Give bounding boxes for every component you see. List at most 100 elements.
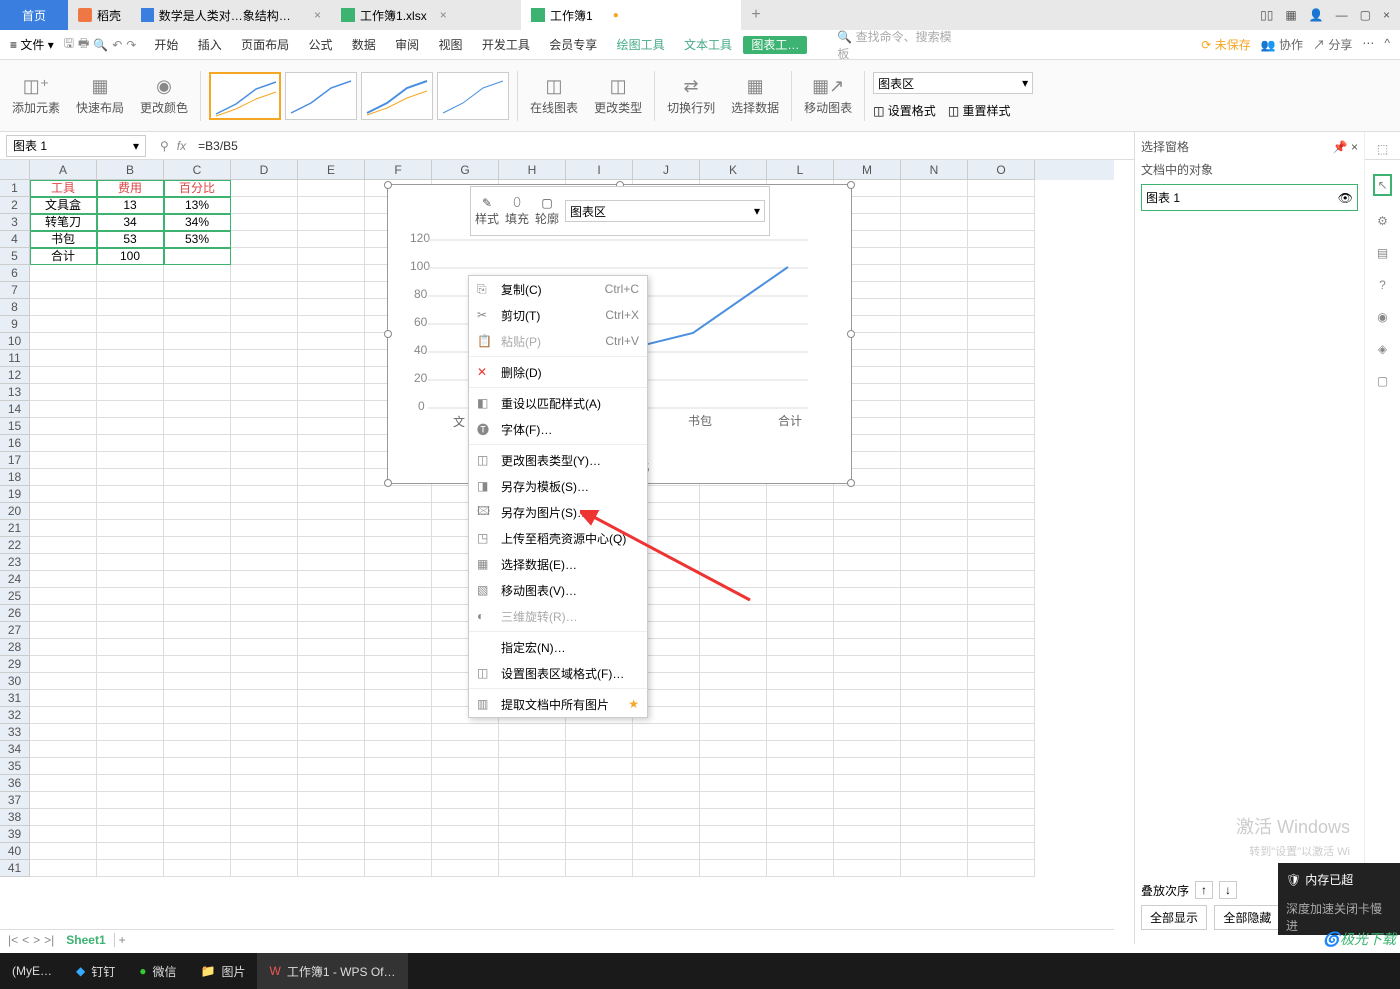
rail-icon-4[interactable]: ◈ <box>1378 342 1387 356</box>
next-sheet-icon[interactable]: > <box>33 933 40 947</box>
taskbar-item[interactable]: (MyE… <box>0 953 64 989</box>
print-icon[interactable]: 🖶 <box>78 34 89 55</box>
new-tab-button[interactable]: + <box>741 6 771 24</box>
context-menu-item[interactable]: ✕删除(D) <box>469 359 647 385</box>
context-menu-item[interactable]: 指定宏(N)… <box>469 634 647 660</box>
chart-style-2[interactable] <box>285 72 357 120</box>
prev-sheet-icon[interactable]: < <box>22 933 29 947</box>
add-sheet-icon[interactable]: + <box>119 933 126 947</box>
chart-style-3[interactable] <box>361 72 433 120</box>
tab-workbook1-xlsx[interactable]: 工作簿1.xlsx× <box>331 0 521 30</box>
context-menu-item[interactable]: ◨另存为模板(S)… <box>469 473 647 499</box>
first-sheet-icon[interactable]: |< <box>8 933 18 947</box>
name-box[interactable]: 图表 1▾ <box>6 135 146 157</box>
add-element-button[interactable]: ◫⁺添加元素 <box>8 76 64 116</box>
maximize-icon[interactable]: ▢ <box>1360 8 1371 22</box>
tab-chart-tools[interactable]: 图表工… <box>743 36 807 54</box>
settings-icon[interactable]: ⚙ <box>1377 214 1388 228</box>
context-menu-item[interactable]: 🖾另存为图片(S)… <box>469 499 647 525</box>
change-color-button[interactable]: ◉更改颜色 <box>136 76 192 116</box>
chart-style-4[interactable] <box>437 72 509 120</box>
close-window-icon[interactable]: × <box>1383 8 1390 22</box>
share-button[interactable]: ↗ 分享 <box>1313 36 1352 53</box>
coop-button[interactable]: 👥 协作 <box>1261 36 1303 53</box>
tab-member[interactable]: 会员专享 <box>541 38 605 52</box>
select-data-button[interactable]: ▦选择数据 <box>727 76 783 116</box>
close-icon[interactable]: × <box>440 8 447 22</box>
select-icon[interactable]: ↖ <box>1373 174 1391 196</box>
online-chart-button[interactable]: ◫在线图表 <box>526 76 582 116</box>
reset-style-button[interactable]: ◫ 重置样式 <box>948 102 1011 119</box>
context-menu-item[interactable]: ▥提取文档中所有图片★ <box>469 691 647 717</box>
chart-area-select[interactable]: 图表区▾ <box>873 72 1033 94</box>
context-menu-item[interactable]: ◫更改图表类型(Y)… <box>469 447 647 473</box>
tab-workbook1[interactable]: 工作簿1 <box>521 0 741 30</box>
rail-icon-2[interactable]: ▤ <box>1377 246 1388 260</box>
taskbar-pictures[interactable]: 📁图片 <box>189 953 258 989</box>
context-menu-item[interactable]: ◫设置图表区域格式(F)… <box>469 660 647 686</box>
set-format-button[interactable]: ◫ 设置格式 <box>873 102 936 119</box>
rail-icon-1[interactable]: ⬚ <box>1377 142 1388 156</box>
taskbar-wps[interactable]: W工作簿1 - WPS Of… <box>257 953 407 989</box>
tab-data[interactable]: 数据 <box>344 38 384 52</box>
tab-view[interactable]: 视图 <box>431 38 471 52</box>
rail-icon-3[interactable]: ◉ <box>1377 310 1387 324</box>
tab-formula[interactable]: 公式 <box>300 38 340 52</box>
chart-style-gallery[interactable] <box>209 72 509 120</box>
fill-button[interactable]: ⬯填充 <box>505 195 529 227</box>
select-all-corner[interactable] <box>0 160 30 180</box>
minimize-icon[interactable]: — <box>1336 8 1348 22</box>
tab-docer[interactable]: 稻壳 <box>68 0 131 30</box>
tab-layout[interactable]: 页面布局 <box>233 38 297 52</box>
collapse-ribbon-icon[interactable]: ^ <box>1384 36 1390 53</box>
column-headers[interactable]: ABCDEFGHIJKLMNO <box>30 160 1114 180</box>
save-icon[interactable]: 🖫 <box>64 34 74 55</box>
send-backward-button[interactable]: ↓ <box>1219 881 1237 899</box>
more-icon[interactable]: ⋯ <box>1362 36 1374 53</box>
undo-icon[interactable]: ↶ <box>112 38 122 52</box>
object-item[interactable]: 图表 1👁 <box>1141 184 1358 211</box>
hide-all-button[interactable]: 全部隐藏 <box>1214 905 1280 930</box>
tab-insert[interactable]: 插入 <box>190 38 230 52</box>
tab-draw-tools[interactable]: 绘图工具 <box>609 38 673 52</box>
zoom-icon[interactable]: ⚲ <box>152 139 177 153</box>
preview-icon[interactable]: 🔍 <box>93 38 108 52</box>
search-input[interactable]: 🔍 查找命令、搜索模板 <box>837 28 957 62</box>
move-chart-button[interactable]: ▦↗移动图表 <box>800 76 856 116</box>
pin-icon[interactable]: 📌 <box>1333 140 1348 154</box>
context-menu-item[interactable]: ▦选择数据(E)… <box>469 551 647 577</box>
tab-review[interactable]: 审阅 <box>387 38 427 52</box>
taskbar-dingtalk[interactable]: ◆钉钉 <box>64 953 127 989</box>
redo-icon[interactable]: ↷ <box>126 38 136 52</box>
style-button[interactable]: ✎样式 <box>475 196 499 227</box>
context-menu-item[interactable]: ◳上传至稻壳资源中心(Q) <box>469 525 647 551</box>
context-menu-item[interactable]: 🅣字体(F)… <box>469 416 647 442</box>
close-pane-icon[interactable]: × <box>1351 140 1358 154</box>
chart-style-1[interactable] <box>209 72 281 120</box>
tab-start[interactable]: 开始 <box>146 38 186 52</box>
tab-dev[interactable]: 开发工具 <box>474 38 538 52</box>
tab-doc-math[interactable]: 数学是人类对…象结构与模式× <box>131 0 331 30</box>
unsaved-indicator[interactable]: ⟳ 未保存 <box>1201 36 1250 53</box>
memory-notification[interactable]: 🛡内存已超 深度加速关闭卡慢进 <box>1278 863 1400 935</box>
tab-text-tools[interactable]: 文本工具 <box>676 38 740 52</box>
eye-icon[interactable]: 👁 <box>1338 191 1353 205</box>
outline-button[interactable]: ▢轮廓 <box>535 196 559 227</box>
last-sheet-icon[interactable]: >| <box>44 933 54 947</box>
switch-rowcol-button[interactable]: ⇄切换行列 <box>663 76 719 116</box>
avatar[interactable]: 👤 <box>1309 8 1324 22</box>
chart-element-select[interactable]: 图表区▾ <box>565 200 765 222</box>
help-icon[interactable]: ? <box>1379 278 1386 292</box>
context-menu-item[interactable]: ▧移动图表(V)… <box>469 577 647 603</box>
taskbar-wechat[interactable]: ●微信 <box>127 953 188 989</box>
close-icon[interactable]: × <box>314 8 321 22</box>
context-menu-item[interactable]: ◧重设以匹配样式(A) <box>469 390 647 416</box>
show-all-button[interactable]: 全部显示 <box>1141 905 1207 930</box>
context-menu-item[interactable]: ⎘复制(C)Ctrl+C <box>469 276 647 302</box>
bring-forward-button[interactable]: ↑ <box>1195 881 1213 899</box>
sheet-tab[interactable]: Sheet1 <box>58 933 114 947</box>
quick-layout-button[interactable]: ▦快速布局 <box>72 76 128 116</box>
apps-icon[interactable]: ▦ <box>1285 8 1296 22</box>
row-headers[interactable]: 1234567891011121314151617181920212223242… <box>0 180 30 877</box>
view-switch-icon[interactable]: ▯▯ <box>1260 8 1273 22</box>
